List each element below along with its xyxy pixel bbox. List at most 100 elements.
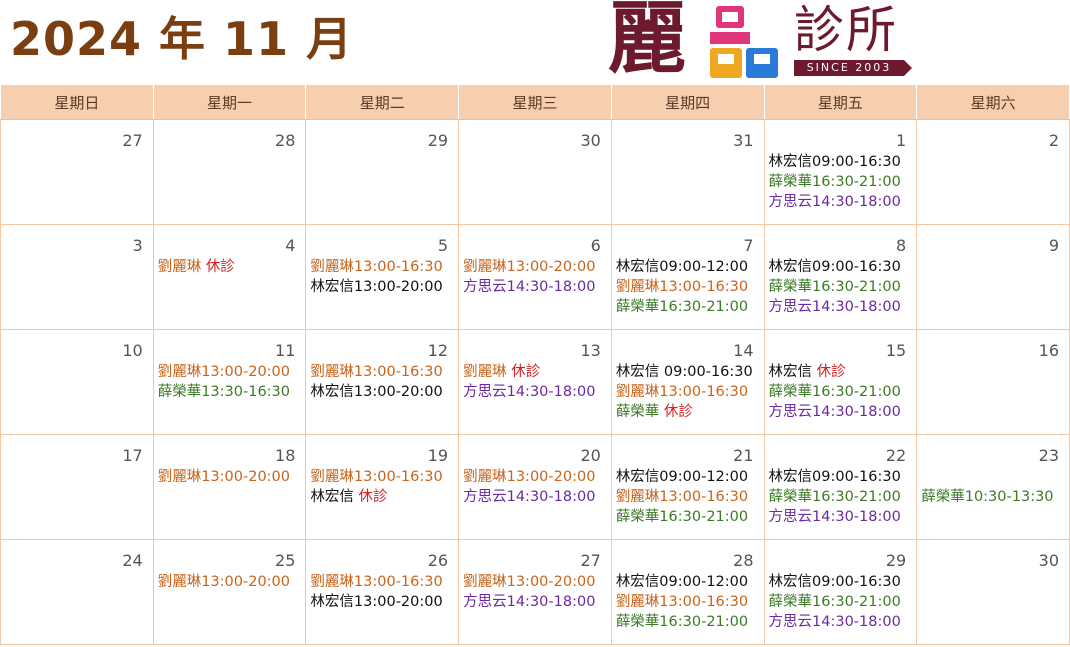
- day-number: 2: [1048, 131, 1059, 150]
- calendar-day-cell[interactable]: 21 林宏信09:00-12:00 劉麗琳13:00-16:30 薛榮華16:30-2…: [610, 434, 765, 540]
- calendar-day-cell[interactable]: 19 劉麗琳13:00-16:30 林宏信 休診: [305, 434, 460, 540]
- day-number: 5: [437, 236, 449, 255]
- calendar-day-cell[interactable]: 18 劉麗琳13:00-20:00: [152, 434, 307, 540]
- calendar-day-cell[interactable]: 9: [916, 224, 1070, 330]
- calendar-day-cell[interactable]: 16: [916, 329, 1070, 435]
- day-number: 28: [733, 551, 754, 570]
- calendar-day-cell[interactable]: 28: [152, 119, 307, 225]
- schedule-text: 劉麗琳13:00-16:30: [310, 364, 443, 380]
- doctor-schedule-entry: 劉麗琳13:00-16:30: [612, 487, 764, 507]
- schedule-text: 劉麗琳13:00-16:30: [615, 279, 749, 295]
- schedule-text: 方思云14:30-18:00: [463, 489, 596, 505]
- calendar-day-cell[interactable]: 20 劉麗琳13:00-20:00 方思云14:30-18:00: [458, 434, 612, 540]
- doctor-schedule-entry: 劉麗琳13:00-20:00: [459, 257, 611, 277]
- doctor-schedule-entry: 薛榮華10:30-13:30: [917, 487, 1069, 507]
- doctor-schedule-entry: 方思云14:30-18:00: [765, 192, 917, 212]
- calendar-day-cell[interactable]: 15 林宏信 休診 薛榮華16:30-21:00 方思云14:30-18:00: [763, 329, 918, 435]
- calendar-day-cell[interactable]: 23 薛榮華10:30-13:30: [916, 434, 1070, 540]
- doctor-schedule-entry: 林宏信09:00-12:00: [612, 467, 764, 487]
- day-number: 28: [275, 131, 296, 150]
- doctor-schedule-entry: 林宏信09:00-16:30: [765, 572, 917, 592]
- closed-label: 休診: [816, 364, 846, 380]
- doctor-schedule-entry: 劉麗琳13:00-16:30: [612, 277, 764, 297]
- doctor-schedule-entry: 方思云14:30-18:00: [765, 612, 917, 632]
- doctor-schedule-entry: 方思云14:30-18:00: [765, 402, 917, 422]
- schedule-text: 劉麗琳13:00-16:30: [310, 259, 443, 275]
- doctor-schedule-entry: 林宏信09:00-12:00: [612, 257, 764, 277]
- closed-label: 休診: [511, 364, 541, 380]
- schedule-text: 林宏信09:00-16:30: [768, 469, 901, 485]
- calendar-day-cell[interactable]: 6 劉麗琳13:00-20:00 方思云14:30-18:00: [458, 224, 612, 330]
- day-number: 11: [275, 341, 296, 360]
- closed-label: 休診: [205, 259, 235, 275]
- schedule-text: 方思云14:30-18:00: [768, 404, 901, 420]
- doctor-schedule-entry: 薛榮華16:30-21:00: [765, 382, 917, 402]
- weekday-fri: 星期五: [763, 84, 918, 120]
- schedule-text: 劉麗琳13:00-20:00: [157, 364, 291, 380]
- logo-main-character: 麗: [608, 0, 687, 84]
- calendar-day-cell[interactable]: 3: [0, 224, 154, 330]
- calendar-week-row: 10 11 劉麗琳13:00-20:00 薛榮華13:30-16:30 12 劉麗琳13:…: [0, 329, 1070, 435]
- calendar-day-cell[interactable]: 30: [458, 119, 612, 225]
- weekday-sun: 星期日: [0, 84, 154, 120]
- calendar-day-cell[interactable]: 30: [916, 539, 1070, 645]
- day-number: 15: [885, 341, 907, 360]
- calendar-day-cell[interactable]: 29: [305, 119, 460, 225]
- schedule-text: 薛榮華16:30-21:00: [768, 174, 901, 190]
- day-number: 9: [1048, 236, 1059, 255]
- day-number: 22: [885, 446, 907, 465]
- schedule-text: 劉麗琳13:00-20:00: [463, 574, 596, 590]
- calendar-day-cell[interactable]: 22 林宏信09:00-16:30 薛榮華16:30-21:00 方思云14:30-1…: [763, 434, 918, 540]
- doctor-schedule-entry: 薛榮華16:30-21:00: [612, 507, 764, 527]
- schedule-text: 林宏信09:00-16:30: [768, 154, 901, 170]
- calendar-day-cell[interactable]: 14 林宏信 09:00-16:30 劉麗琳13:00-16:30 薛榮華 休診: [610, 329, 765, 435]
- schedule-text: 林宏信13:00-20:00: [310, 594, 443, 610]
- schedule-text: 薛榮華: [615, 404, 664, 420]
- doctor-schedule-entry: 林宏信09:00-16:30: [765, 467, 917, 487]
- day-number: 10: [122, 341, 143, 360]
- schedule-text: 薛榮華16:30-21:00: [768, 279, 901, 295]
- schedule-text: 薛榮華16:30-21:00: [768, 594, 901, 610]
- calendar-day-cell[interactable]: 27 劉麗琳13:00-20:00 方思云14:30-18:00: [458, 539, 612, 645]
- calendar-day-cell[interactable]: 27: [0, 119, 154, 225]
- calendar-day-cell[interactable]: 31: [610, 119, 765, 225]
- doctor-schedule-entry: 劉麗琳13:00-20:00: [459, 572, 611, 592]
- day-number: 19: [427, 446, 449, 465]
- calendar-day-cell[interactable]: 28 林宏信09:00-12:00 劉麗琳13:00-16:30 薛榮華16:30-2…: [610, 539, 765, 645]
- doctor-schedule-entry: 薛榮華 休診: [612, 402, 764, 422]
- calendar-day-cell[interactable]: 8 林宏信09:00-16:30 薛榮華16:30-21:00 方思云14:30-18…: [763, 224, 918, 330]
- schedule-text: 劉麗琳: [463, 364, 512, 380]
- calendar-day-cell[interactable]: 5 劉麗琳13:00-16:30 林宏信13:00-20:00: [305, 224, 460, 330]
- day-number: 18: [275, 446, 296, 465]
- calendar-day-cell[interactable]: 25 劉麗琳13:00-20:00: [152, 539, 307, 645]
- calendar-day-cell[interactable]: 24: [0, 539, 154, 645]
- logo-mark-icon: [710, 6, 778, 78]
- doctor-schedule-entry: 劉麗琳13:00-20:00: [154, 572, 306, 592]
- calendar-day-cell[interactable]: 13 劉麗琳 休診 方思云14:30-18:00: [458, 329, 612, 435]
- doctor-schedule-entry: 劉麗琳13:00-20:00: [154, 362, 306, 382]
- logo-clinic-name: 診所: [794, 1, 898, 59]
- day-number: 8: [896, 236, 907, 255]
- schedule-text: 林宏信13:00-20:00: [310, 384, 443, 400]
- schedule-text: 劉麗琳13:00-16:30: [310, 469, 443, 485]
- calendar-day-cell[interactable]: 26 劉麗琳13:00-16:30 林宏信13:00-20:00: [305, 539, 460, 645]
- calendar-day-cell[interactable]: 2: [916, 119, 1070, 225]
- doctor-schedule-entry: 劉麗琳13:00-16:30: [306, 467, 458, 487]
- day-number: 25: [275, 551, 296, 570]
- calendar-day-cell[interactable]: 4 劉麗琳 休診: [152, 224, 307, 330]
- calendar-day-cell[interactable]: 10: [0, 329, 154, 435]
- schedule-text: 劉麗琳: [157, 259, 206, 275]
- calendar-grid: 星期日 星期一 星期二 星期三 星期四 星期五 星期六 27 28 29 30 31 1 林…: [0, 84, 1070, 645]
- calendar-day-cell[interactable]: 12 劉麗琳13:00-16:30 林宏信13:00-20:00: [305, 329, 460, 435]
- doctor-schedule-entry: 林宏信09:00-16:30: [765, 152, 917, 172]
- day-number: 1: [896, 131, 907, 150]
- schedule-text: 林宏信09:00-12:00: [615, 469, 749, 485]
- calendar-day-cell[interactable]: 17: [0, 434, 154, 540]
- calendar-day-cell[interactable]: 29 林宏信09:00-16:30 薛榮華16:30-21:00 方思云14:30-1…: [763, 539, 918, 645]
- calendar-day-cell[interactable]: 1 林宏信09:00-16:30 薛榮華16:30-21:00 方思云14:30-18…: [763, 119, 918, 225]
- day-number: 17: [122, 446, 143, 465]
- calendar-day-cell[interactable]: 11 劉麗琳13:00-20:00 薛榮華13:30-16:30: [152, 329, 307, 435]
- calendar-day-cell[interactable]: 7 林宏信09:00-12:00 劉麗琳13:00-16:30 薛榮華16:30-21…: [610, 224, 765, 330]
- doctor-schedule-entry: 林宏信 休診: [306, 487, 458, 507]
- weekday-sat: 星期六: [916, 84, 1070, 120]
